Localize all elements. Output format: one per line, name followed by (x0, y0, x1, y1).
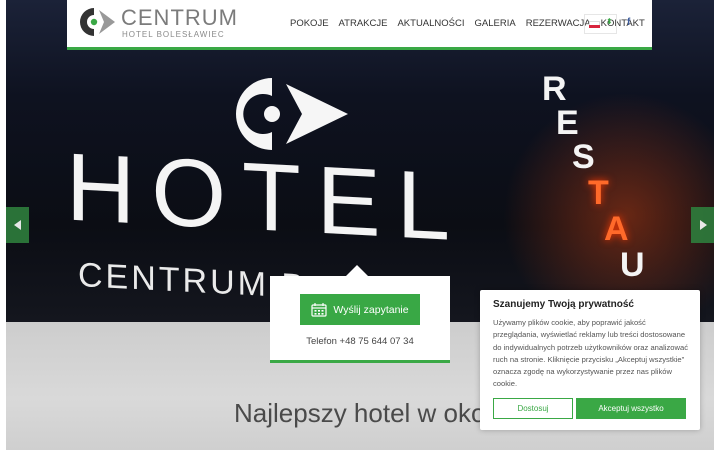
slider-next-button[interactable] (691, 207, 714, 243)
cookie-customize-button[interactable]: Dostosuj (493, 398, 573, 419)
centrum-logo-icon[interactable] (80, 6, 116, 38)
chevron-right-icon (699, 220, 707, 230)
sign-hotel-text: HOTEL (66, 133, 467, 262)
poland-flag-icon (589, 21, 600, 28)
nav-rezerwacja[interactable]: REZERWACJA (526, 18, 591, 29)
site-header: CENTRUM HOTEL BOLESŁAWIEC POKOJE ATRAKCJ… (67, 0, 652, 50)
facebook-icon[interactable]: f (627, 17, 630, 28)
nav-atrakcje[interactable]: ATRAKCJE (339, 18, 388, 29)
hero-heading: Najlepszy hotel w okolic (234, 398, 511, 428)
send-inquiry-label: Wyślij zapytanie (333, 303, 409, 316)
cookie-accept-all-button[interactable]: Akceptuj wszystko (576, 398, 686, 419)
calendar-icon (311, 302, 328, 317)
cookie-title: Szanujemy Twoją prywatność (493, 299, 634, 310)
select-caret-icon: ⬍ (606, 17, 613, 26)
nav-pokoje[interactable]: POKOJE (290, 18, 329, 29)
cookie-text: Używamy plików cookie, aby poprawić jako… (493, 318, 689, 389)
nav-aktualnosci[interactable]: AKTUALNOŚCI (397, 18, 464, 29)
slider-prev-button[interactable] (6, 207, 29, 243)
brand-title[interactable]: CENTRUM (121, 7, 238, 29)
cookie-consent-panel: Szanujemy Twoją prywatność Używamy plikó… (480, 290, 700, 430)
chevron-left-icon (13, 220, 21, 230)
booking-box: Wyślij zapytanie Telefon +48 75 644 07 3… (270, 265, 450, 363)
phone-number[interactable]: Telefon +48 75 644 07 34 (270, 336, 450, 347)
send-inquiry-button[interactable]: Wyślij zapytanie (300, 294, 420, 325)
vertical-neon-sign: R E S T A U (542, 70, 645, 284)
language-select[interactable]: ⬍ (584, 14, 617, 34)
nav-galeria[interactable]: GALERIA (475, 18, 516, 29)
brand-subtitle: HOTEL BOLESŁAWIEC (122, 30, 225, 39)
